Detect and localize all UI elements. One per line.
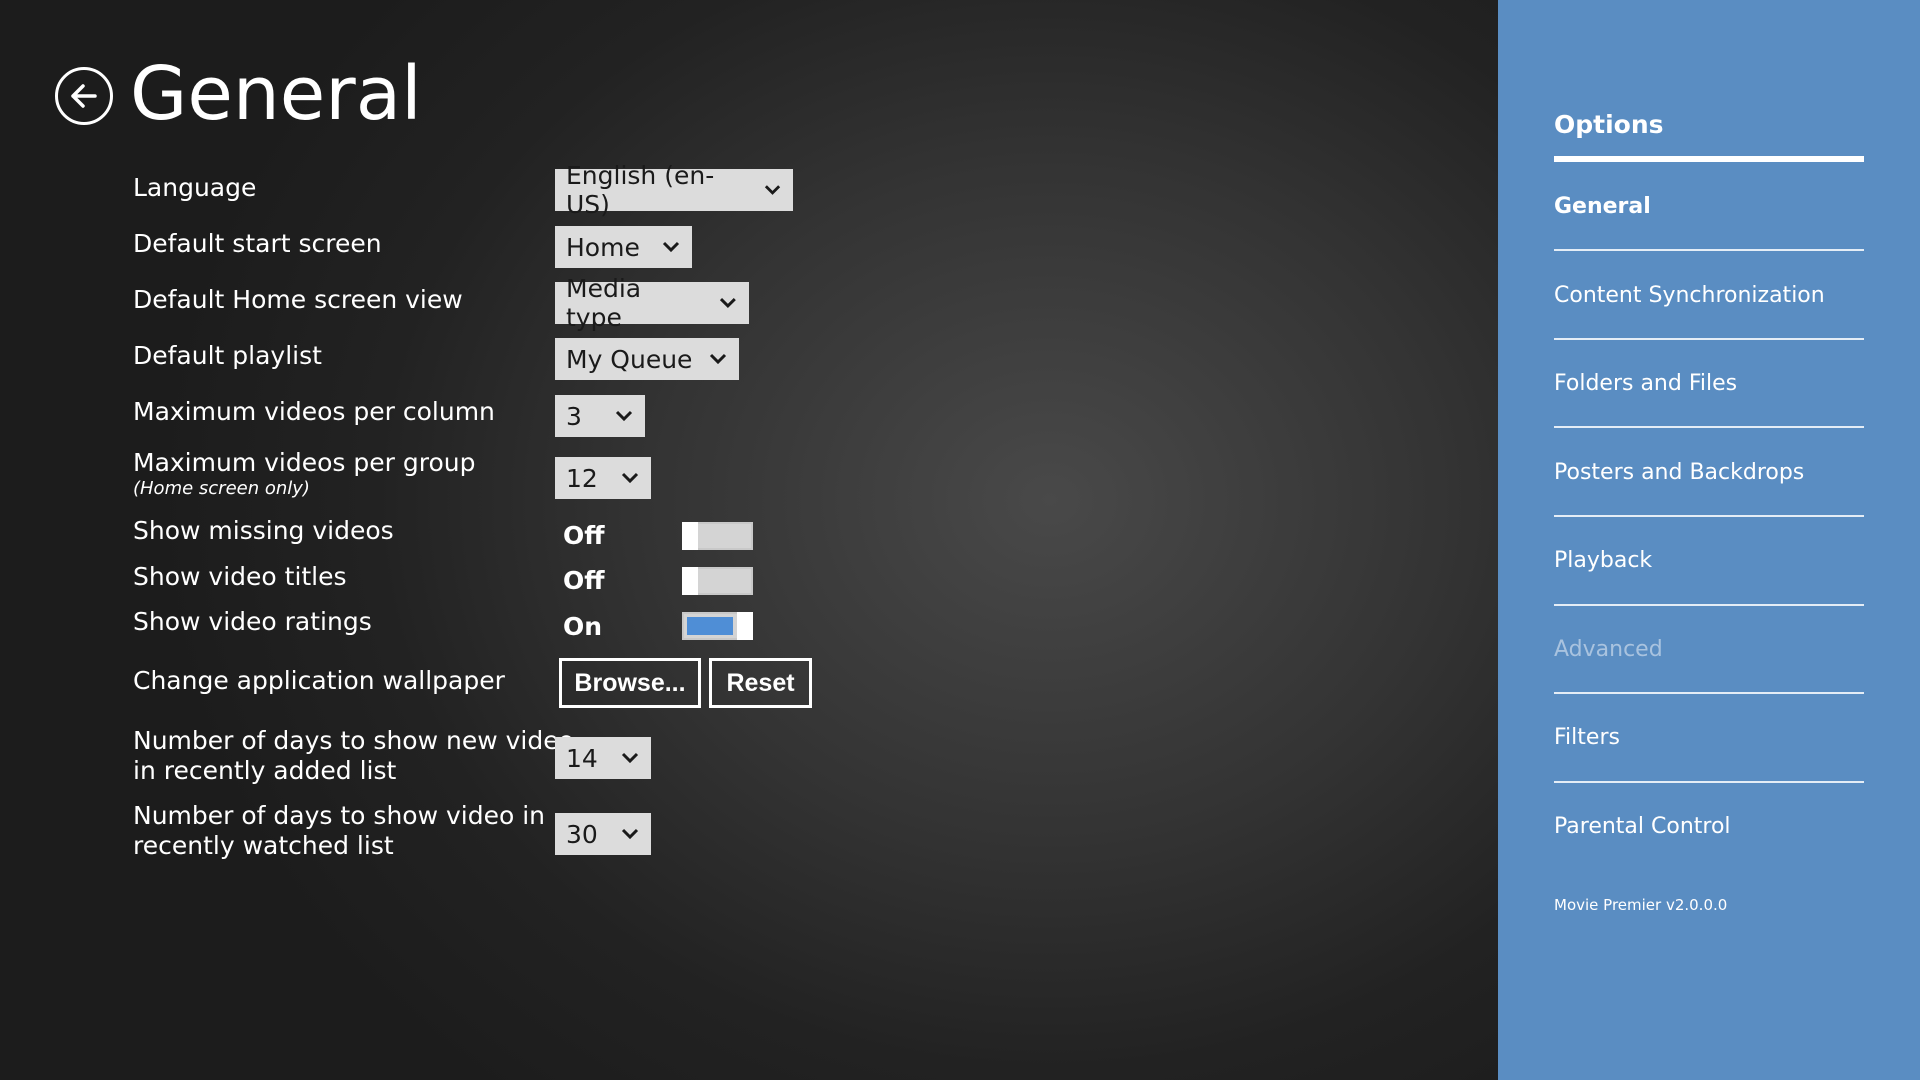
video-ratings-state: On [563, 612, 603, 641]
page-title: General [130, 51, 422, 137]
new-days-label: Number of days to show new video in rece… [133, 726, 574, 786]
missing-videos-state: Off [563, 521, 605, 550]
sidebar-divider [1554, 692, 1864, 694]
watched-days-dropdown[interactable]: 30 [555, 813, 651, 855]
sidebar-item-parental-control[interactable]: Parental Control [1554, 812, 1864, 842]
new-days-value: 14 [566, 743, 598, 773]
max-per-group-dropdown[interactable]: 12 [555, 457, 651, 499]
home-view-dropdown[interactable]: Media type [555, 274, 749, 332]
video-ratings-label: Show video ratings [133, 607, 372, 636]
browse-button[interactable]: Browse... [559, 658, 701, 708]
watched-days-value: 30 [566, 819, 598, 849]
language-value: English (en-US) [566, 161, 715, 219]
playlist-label: Default playlist [133, 341, 322, 370]
new-days-label-line1: Number of days to show new video [133, 726, 574, 755]
chevron-down-icon [662, 241, 680, 253]
max-per-column-label: Maximum videos per column [133, 397, 495, 426]
toggle-fill [687, 617, 733, 635]
sidebar-item-playback[interactable]: Playback [1554, 546, 1864, 576]
chevron-down-icon [709, 353, 727, 365]
start-screen-label: Default start screen [133, 229, 382, 258]
chevron-down-icon [720, 298, 737, 309]
settings-panel: General Language English (en-US) Default… [0, 0, 1498, 1080]
sidebar-divider [1554, 426, 1864, 428]
sidebar-divider [1554, 604, 1864, 606]
watched-days-label-line2: recently watched list [133, 831, 394, 860]
reset-button[interactable]: Reset [709, 658, 812, 708]
wallpaper-label: Change application wallpaper [133, 666, 505, 695]
max-per-column-dropdown[interactable]: 3 [555, 395, 645, 437]
sidebar-divider [1554, 515, 1864, 517]
watched-days-label-line1: Number of days to show video in [133, 801, 545, 830]
start-screen-value: Home [566, 232, 640, 262]
max-per-group-title: Maximum videos per group [133, 448, 476, 477]
sidebar-title: Options [1554, 110, 1664, 139]
toggle-knob [682, 567, 698, 595]
chevron-down-icon [764, 185, 781, 195]
video-ratings-toggle[interactable] [682, 612, 753, 640]
chevron-down-icon [621, 828, 639, 840]
max-per-group-value: 12 [566, 463, 598, 493]
home-view-label: Default Home screen view [133, 285, 463, 314]
video-titles-label: Show video titles [133, 562, 347, 591]
sidebar-item-content-synchronization[interactable]: Content Synchronization [1554, 281, 1864, 311]
sidebar-divider [1554, 249, 1864, 251]
home-view-value: Media type [566, 274, 642, 332]
start-screen-dropdown[interactable]: Home [555, 226, 692, 268]
video-titles-state: Off [563, 566, 605, 595]
playlist-dropdown[interactable]: My Queue [555, 338, 739, 380]
back-button[interactable] [55, 67, 113, 125]
app-version: Movie Premier v2.0.0.0 [1554, 896, 1728, 914]
sidebar-divider [1554, 781, 1864, 783]
missing-videos-label: Show missing videos [133, 516, 394, 545]
chevron-down-icon [621, 752, 639, 764]
sidebar-title-underline [1554, 156, 1864, 162]
back-arrow-icon [71, 84, 97, 108]
sidebar-item-filters[interactable]: Filters [1554, 723, 1864, 753]
language-dropdown[interactable]: English (en-US) [555, 161, 793, 219]
sidebar-item-general[interactable]: General [1554, 192, 1864, 222]
chevron-down-icon [621, 472, 639, 484]
sidebar-item-advanced[interactable]: Advanced [1554, 635, 1864, 665]
missing-videos-toggle[interactable] [682, 522, 753, 550]
watched-days-label: Number of days to show video in recently… [133, 801, 545, 861]
sidebar-divider [1554, 338, 1864, 340]
sidebar-item-folders-and-files[interactable]: Folders and Files [1554, 369, 1864, 399]
options-sidebar: Options General Content Synchronization … [1498, 0, 1920, 1080]
max-per-group-sublabel: (Home screen only) [133, 478, 310, 499]
toggle-knob [682, 522, 698, 550]
video-titles-toggle[interactable] [682, 567, 753, 595]
new-days-dropdown[interactable]: 14 [555, 737, 651, 779]
sidebar-item-posters-and-backdrops[interactable]: Posters and Backdrops [1554, 458, 1864, 488]
max-per-group-label: Maximum videos per group (Home screen on… [133, 448, 475, 500]
language-label: Language [133, 173, 257, 202]
new-days-label-line2: in recently added list [133, 756, 397, 785]
toggle-knob [737, 612, 753, 640]
max-per-column-value: 3 [566, 401, 582, 431]
chevron-down-icon [615, 410, 633, 422]
playlist-value: My Queue [566, 344, 693, 374]
